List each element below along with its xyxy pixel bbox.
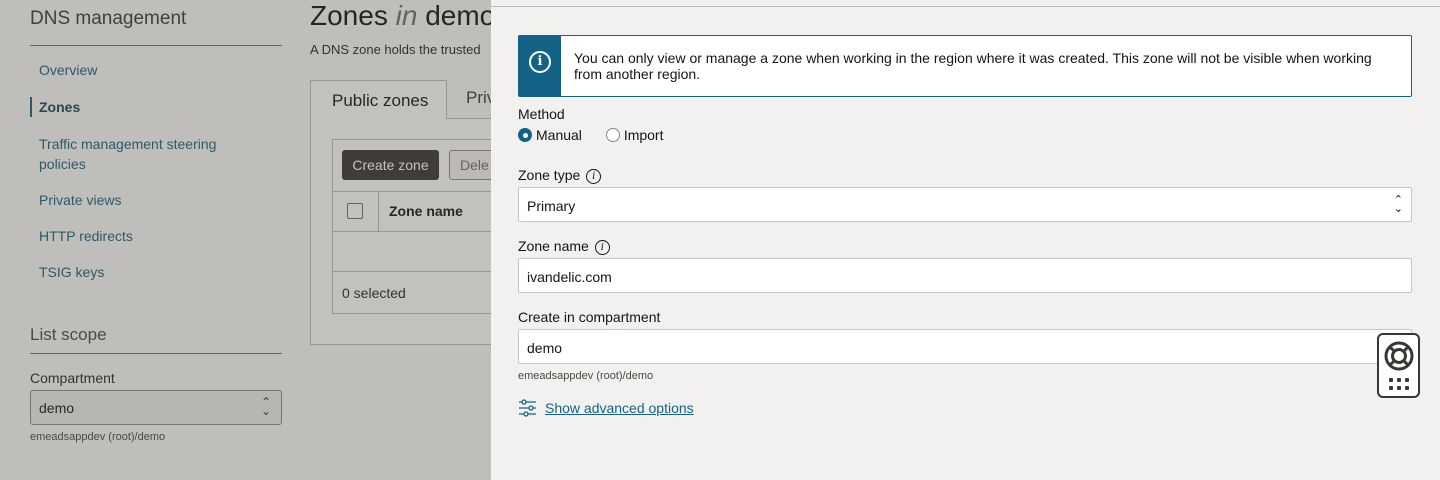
chevron-up-down-icon: ⌃ ⌄ [1393,194,1403,215]
compartment-field-value: demo [527,340,563,356]
method-manual-radio[interactable] [518,128,532,142]
zone-name-info-icon[interactable]: i [594,240,610,255]
zone-name-input[interactable]: ivandelic.com [518,258,1412,293]
zone-type-value: Primary [527,198,576,214]
compartment-field-select[interactable]: demo [518,329,1412,364]
zone-type-select[interactable]: Primary ⌃ ⌄ [518,187,1412,222]
show-advanced-options-link[interactable]: Show advanced options [518,399,694,417]
notice-text: You can only view or manage a zone when … [574,50,1372,82]
create-zone-drawer: i You can only view or manage a zone whe… [491,0,1440,480]
method-manual-label: Manual [536,127,582,143]
compartment-field-path: emeadsappdev (root)/demo [518,370,654,382]
method-import-option[interactable]: Import [605,127,664,143]
zone-name-label-row: Zone name i [518,238,610,255]
lifebuoy-icon[interactable] [1383,340,1415,372]
method-label: Method [518,106,565,122]
zone-type-label-row: Zone type i [518,167,602,184]
zone-type-info-icon[interactable]: i [586,169,602,184]
zone-name-label: Zone name [518,238,589,254]
region-notice: i You can only view or manage a zone whe… [518,35,1412,97]
drawer-header-divider [491,6,1440,7]
method-radio-group: Manual Import [518,127,664,143]
notice-icon-bar: i [519,36,561,96]
method-import-radio[interactable] [605,128,620,142]
compartment-field-label: Create in compartment [518,309,661,325]
show-advanced-options-label: Show advanced options [545,400,694,416]
zone-name-value: ivandelic.com [527,269,612,285]
method-import-label: Import [623,127,664,143]
grid-icon[interactable] [1389,378,1410,392]
help-widget[interactable] [1377,333,1420,398]
sliders-icon [519,399,536,417]
zone-type-label: Zone type [518,167,581,183]
method-manual-option[interactable]: Manual [518,127,582,143]
info-icon: i [529,51,551,73]
